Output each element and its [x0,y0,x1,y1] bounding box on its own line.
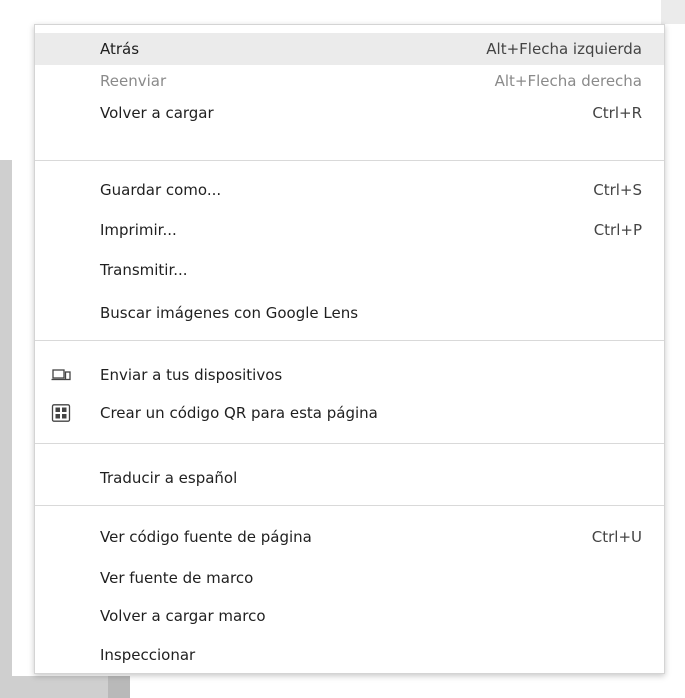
menu-separator [35,340,664,341]
menu-item-back[interactable]: Atrás Alt+Flecha izquierda [35,33,664,65]
menu-item-label: Volver a cargar [100,104,214,122]
menu-item-translate[interactable]: Traducir a español [35,462,664,494]
menu-item-label: Volver a cargar marco [100,607,266,625]
menu-item-save-as[interactable]: Guardar como... Ctrl+S [35,174,664,206]
menu-item-reload-frame[interactable]: Volver a cargar marco [35,600,664,632]
background-page-fragment [108,676,130,698]
menu-item-label: Transmitir... [100,261,188,279]
menu-item-label: Buscar imágenes con Google Lens [100,304,359,322]
menu-item-shortcut: Ctrl+P [593,221,642,239]
menu-item-send-to-devices[interactable]: Enviar a tus dispositivos [35,359,664,391]
menu-item-forward[interactable]: Reenviar Alt+Flecha derecha [35,65,664,97]
menu-item-print[interactable]: Imprimir... Ctrl+P [35,214,664,246]
menu-item-label: Atrás [100,40,140,58]
menu-item-shortcut: Ctrl+S [593,181,642,199]
menu-item-label: Ver fuente de marco [100,569,254,587]
send-to-devices-icon [51,366,71,384]
menu-separator [35,443,664,444]
menu-item-label: Enviar a tus dispositivos [100,366,283,384]
menu-item-label: Inspeccionar [100,646,196,664]
menu-item-google-lens[interactable]: Buscar imágenes con Google Lens [35,297,664,329]
menu-item-label: Ver código fuente de página [100,528,312,546]
menu-item-inspect[interactable]: Inspeccionar [35,639,664,671]
menu-item-shortcut: Alt+Flecha derecha [494,72,642,90]
menu-item-label: Imprimir... [100,221,177,239]
menu-item-label: Traducir a español [100,469,238,487]
background-page-fragment [661,0,685,24]
menu-item-create-qr[interactable]: Crear un código QR para esta página [35,397,664,429]
qr-code-icon [51,404,71,422]
menu-item-view-source[interactable]: Ver código fuente de página Ctrl+U [35,521,664,553]
menu-item-cast[interactable]: Transmitir... [35,254,664,286]
menu-separator [35,160,664,161]
menu-item-shortcut: Alt+Flecha izquierda [486,40,642,58]
menu-item-label: Reenviar [100,72,167,90]
menu-item-reload[interactable]: Volver a cargar Ctrl+R [35,97,664,129]
menu-item-shortcut: Ctrl+R [592,104,642,122]
context-menu: Atrás Alt+Flecha izquierda Reenviar Alt+… [34,24,665,674]
background-page-fragment [0,160,12,698]
menu-item-label: Guardar como... [100,181,222,199]
menu-item-shortcut: Ctrl+U [591,528,642,546]
menu-item-view-frame-source[interactable]: Ver fuente de marco [35,562,664,594]
menu-separator [35,505,664,506]
menu-item-label: Crear un código QR para esta página [100,404,378,422]
